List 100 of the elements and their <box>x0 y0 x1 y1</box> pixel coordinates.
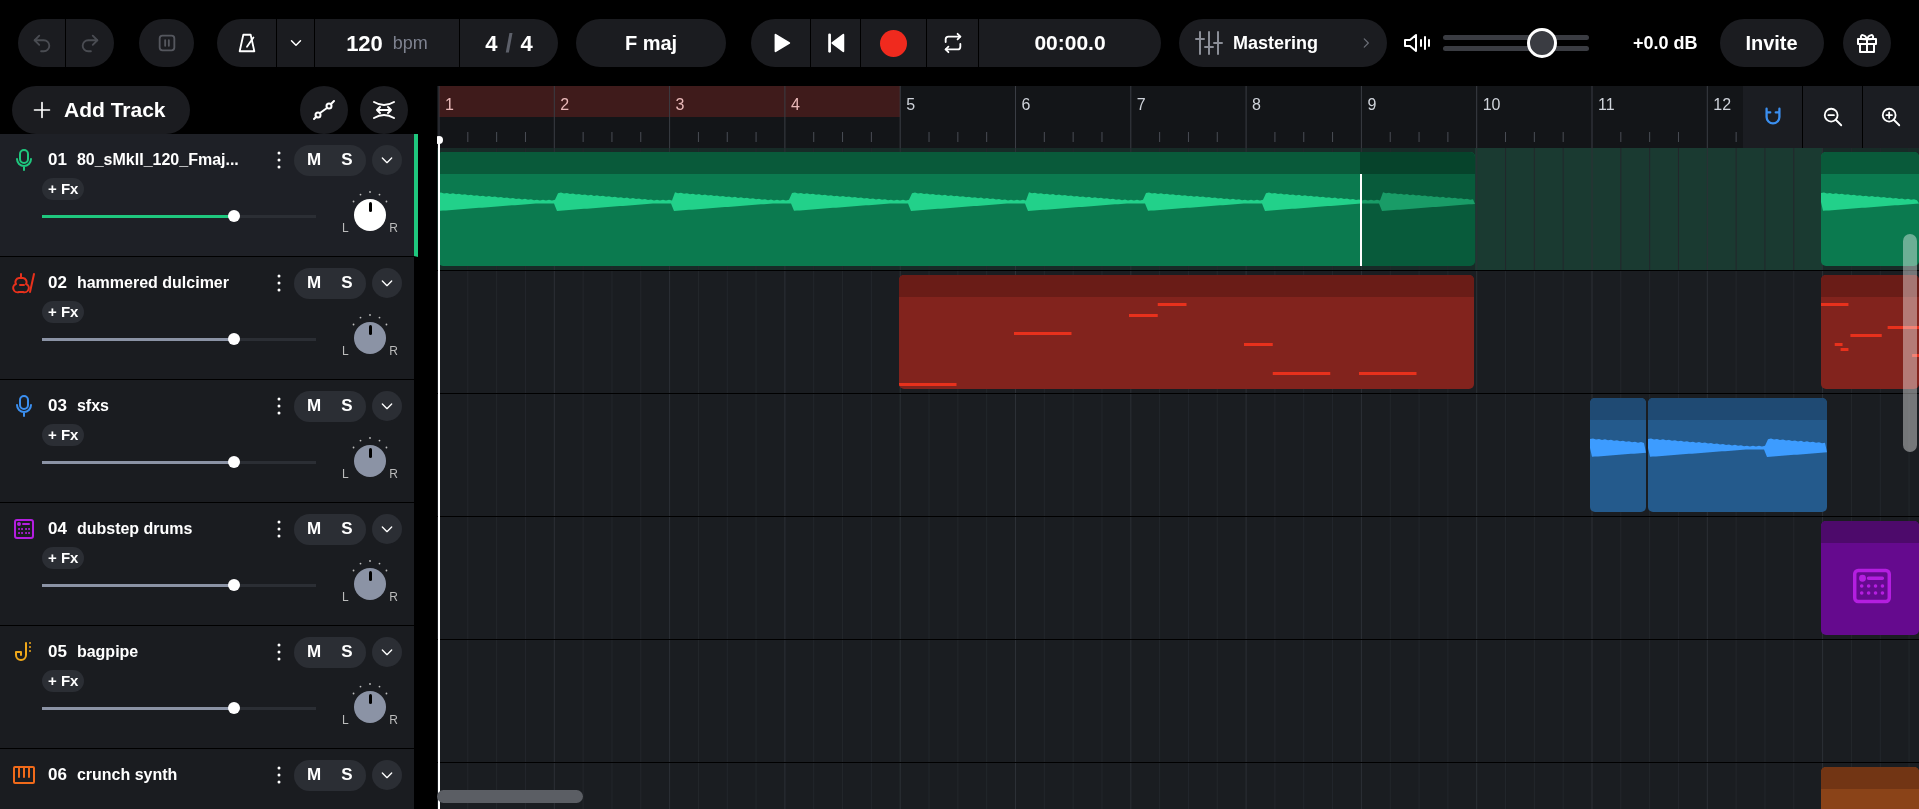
slider-thumb[interactable] <box>227 210 240 222</box>
expand-button[interactable] <box>372 760 402 790</box>
more-vertical-icon <box>277 151 281 169</box>
expand-button[interactable] <box>372 145 402 175</box>
volume-slider[interactable] <box>42 455 316 469</box>
mute-button[interactable]: M <box>294 390 334 422</box>
track-lane[interactable] <box>437 640 1919 763</box>
mute-button[interactable]: M <box>294 267 334 299</box>
drum-machine-icon <box>1851 567 1893 605</box>
mute-button[interactable]: M <box>294 636 334 668</box>
solo-button[interactable]: S <box>334 390 366 422</box>
track-lane[interactable] <box>437 271 1919 394</box>
zoom-out-icon <box>1821 106 1844 128</box>
volume-slider[interactable] <box>42 701 316 715</box>
clip-header[interactable] <box>1821 521 1919 543</box>
clip-header[interactable] <box>438 152 1475 174</box>
clip[interactable] <box>899 275 1474 389</box>
add-fx-button[interactable]: + Fx <box>42 301 85 323</box>
clip[interactable] <box>1590 398 1646 512</box>
track-name[interactable]: dubstep drums <box>76 517 193 541</box>
invite-button[interactable]: Invite <box>1719 19 1824 67</box>
track-name[interactable]: hammered dulcimer <box>76 271 229 295</box>
clip-header[interactable] <box>1821 767 1919 789</box>
clip-header[interactable] <box>1821 152 1919 174</box>
solo-button[interactable]: S <box>334 759 366 791</box>
track-lane[interactable] <box>437 394 1919 517</box>
expand-button[interactable] <box>372 268 402 298</box>
pan-knob[interactable] <box>350 314 390 354</box>
solo-button[interactable]: S <box>334 513 366 545</box>
expand-button[interactable] <box>372 637 402 667</box>
key-button[interactable]: F maj <box>576 19 726 67</box>
expand-button[interactable] <box>372 391 402 421</box>
master-volume-slider[interactable] <box>1443 28 1589 58</box>
pan-left-label: L <box>342 712 349 729</box>
clip[interactable] <box>1821 521 1919 635</box>
clip[interactable] <box>1821 275 1919 389</box>
track-lane[interactable] <box>437 148 1919 271</box>
bar-number: 11 <box>1598 95 1615 115</box>
pause-button[interactable] <box>139 19 194 67</box>
bar-number: 3 <box>675 95 685 115</box>
slider-thumb[interactable] <box>227 702 240 714</box>
track-number: 01 <box>48 149 67 172</box>
tempo-field[interactable]: 120 bpm <box>315 19 460 67</box>
bar-number: 9 <box>1367 95 1377 115</box>
track-number: 06 <box>48 764 67 787</box>
expand-button[interactable] <box>372 514 402 544</box>
slider-thumb[interactable] <box>227 579 240 591</box>
clip[interactable] <box>438 152 1475 266</box>
add-fx-button[interactable]: + Fx <box>42 670 85 692</box>
tempo-value: 120 <box>346 29 383 58</box>
time-display: 00:00.0 <box>1033 30 1107 57</box>
pan-knob[interactable] <box>350 683 390 723</box>
gift-button[interactable] <box>1842 19 1891 67</box>
fit-tracks-button[interactable] <box>360 86 408 134</box>
pan-knob[interactable] <box>350 560 390 600</box>
clip-header[interactable] <box>1590 398 1646 420</box>
solo-button[interactable]: S <box>334 144 366 176</box>
pan-right-label: R <box>389 343 398 360</box>
bar-number: 6 <box>1021 95 1031 115</box>
clip-header[interactable] <box>1821 275 1919 297</box>
time-signature-field[interactable]: 4 / 4 <box>460 19 558 67</box>
add-track-button[interactable]: Add Track <box>12 86 190 134</box>
pan-left-label: L <box>342 466 349 483</box>
add-fx-button[interactable]: + Fx <box>42 424 85 446</box>
clip-header[interactable] <box>899 275 1474 297</box>
track-name[interactable]: crunch synth <box>76 763 178 787</box>
volume-slider[interactable] <box>42 332 316 346</box>
solo-button[interactable]: S <box>334 636 366 668</box>
pan-knob[interactable] <box>350 437 390 477</box>
volume-slider[interactable] <box>42 578 316 592</box>
mastering-button[interactable]: Mastering <box>1179 19 1387 67</box>
mute-button[interactable]: M <box>294 513 334 545</box>
slider-thumb[interactable] <box>227 333 240 345</box>
pan-right-label: R <box>389 589 398 606</box>
bar-number: 10 <box>1482 95 1501 115</box>
horizontal-scrollbar[interactable] <box>437 790 583 803</box>
track-lane[interactable] <box>437 517 1919 640</box>
solo-button[interactable]: S <box>334 267 366 299</box>
slider-thumb[interactable] <box>1527 28 1558 58</box>
clip-header[interactable] <box>1648 398 1827 420</box>
track-header[interactable]: 01 80_sMkII_120_Fmaj... M S + Fx L R <box>0 134 418 257</box>
add-fx-button[interactable]: + Fx <box>42 178 85 200</box>
bar-number: 7 <box>1136 95 1146 115</box>
slider-thumb[interactable] <box>227 456 240 468</box>
bar-number: 4 <box>790 95 800 115</box>
automation-button[interactable] <box>300 86 348 134</box>
clip[interactable] <box>1821 152 1919 266</box>
mute-button[interactable]: M <box>294 144 334 176</box>
track-name[interactable]: bagpipe <box>76 640 139 664</box>
pan-knob[interactable] <box>350 191 390 231</box>
vertical-scrollbar[interactable] <box>1903 234 1917 452</box>
track-name[interactable]: sfxs <box>76 394 109 418</box>
clip[interactable] <box>1648 398 1827 512</box>
time-signature-top: 4 <box>485 29 498 58</box>
add-fx-button[interactable]: + Fx <box>42 547 85 569</box>
track-number: 04 <box>48 518 67 541</box>
track-name[interactable]: 80_sMkII_120_Fmaj... <box>76 148 239 172</box>
mixer-sliders-icon <box>1195 30 1223 56</box>
mute-button[interactable]: M <box>294 759 334 791</box>
volume-slider[interactable] <box>42 209 316 223</box>
